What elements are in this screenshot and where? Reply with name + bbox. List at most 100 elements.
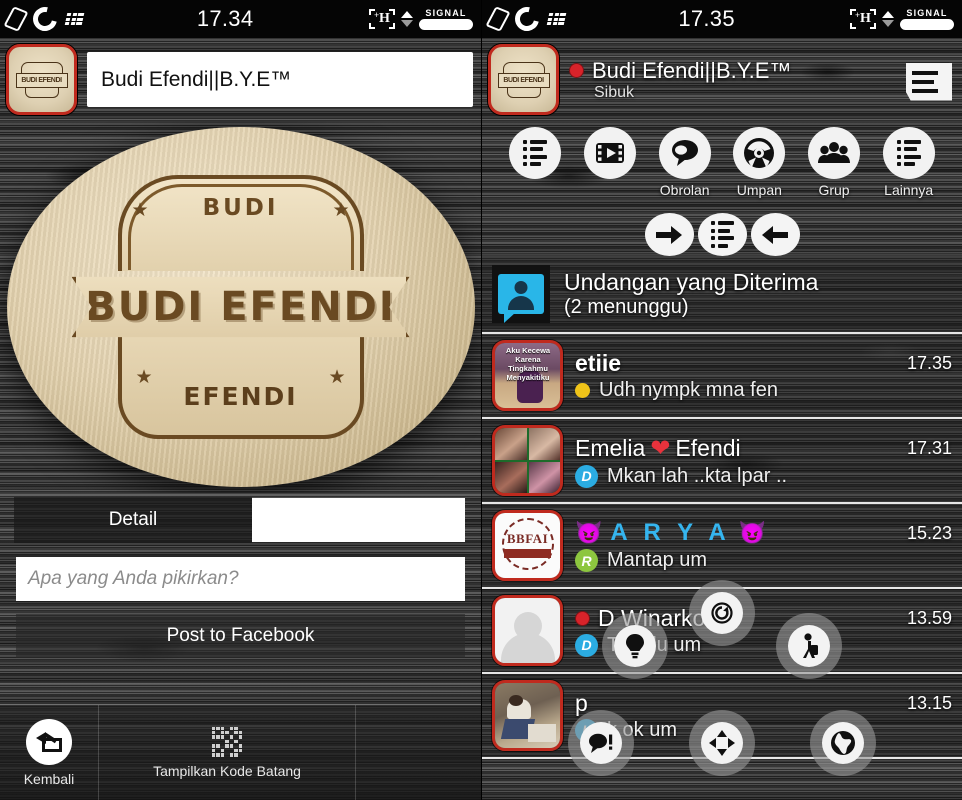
devil-emoji-icon: 😈 [575, 520, 603, 545]
blackberry-icon [546, 12, 567, 26]
toolbar-item-obrolan[interactable]: Obrolan [647, 127, 722, 198]
arrow-right-icon[interactable] [644, 213, 694, 256]
chat-name: etiie [575, 349, 622, 376]
move-arrows-icon[interactable] [689, 710, 755, 776]
crest-word-bottom: EFENDI [183, 382, 298, 411]
toolbar-icons: Obrolan Umpan Grup Lainnya [482, 119, 962, 219]
globe-icon[interactable] [810, 710, 876, 776]
accessibility-icon[interactable] [776, 613, 842, 679]
steering-wheel-icon-svg [744, 138, 775, 168]
toolbar-item-lainnya[interactable]: Lainnya [871, 127, 946, 198]
arrow-left-icon[interactable] [750, 213, 800, 256]
status-pill: D [575, 633, 598, 657]
unread-dot [575, 382, 590, 398]
left-footer-bar: Kembali Tampilkan Kode Batang [0, 704, 481, 800]
detail-button[interactable]: Detail [14, 497, 252, 543]
toolbar-label: Grup [818, 182, 850, 198]
avatar [492, 595, 563, 666]
group-icon-svg [818, 142, 851, 163]
group-icon [808, 127, 861, 179]
left-status-bar: 17.34 H + SIGNAL [0, 0, 481, 38]
star-icon: ★ [131, 200, 149, 221]
chat-time: 17.31 [906, 437, 952, 458]
dual-screenshot: 17.34 H + SIGNAL BUDI EFENDI Budi Efendi… [0, 0, 962, 800]
barcode-label: Tampilkan Kode Batang [153, 762, 301, 779]
chat-message: Udh nympk mna fen [599, 378, 778, 401]
chat-list: Aku Kecewa Karena Tingkahmu Menyakitiku … [482, 334, 962, 759]
invitations-row[interactable]: Undangan yang Diterima (2 menunggu) [482, 256, 962, 334]
profile-avatar-small[interactable]: BUDI EFENDI [488, 44, 559, 115]
right-profile-header: BUDI EFENDI Budi Efendi||B.Y.E™ Sibuk [482, 38, 962, 119]
toolbar-item-umpan[interactable]: Umpan [722, 127, 797, 198]
video-icon-svg [596, 143, 624, 163]
list-item[interactable]: Emelia ❤ Efendi 17.31 D Mkan lah ..kta l… [482, 419, 962, 504]
toolbar-item-grup[interactable]: Grup [797, 127, 872, 198]
profile-identity[interactable]: Budi Efendi||B.Y.E™ Sibuk [569, 58, 892, 102]
tilt-icon [485, 6, 511, 32]
left-phone-screen: 17.34 H + SIGNAL BUDI EFENDI Budi Efendi… [0, 0, 481, 800]
avatar [492, 425, 563, 496]
thoughts-input[interactable]: Apa yang Anda pikirkan? [16, 557, 465, 601]
heart-icon: ❤ [650, 434, 671, 462]
avatar: Aku Kecewa Karena Tingkahmu Menyakitiku [492, 340, 563, 411]
toolbar-item-list[interactable] [498, 127, 573, 182]
chat-message: Mantap um [607, 549, 708, 571]
data-transfer-icon [882, 11, 894, 27]
chat-name-suffix: Efendi [675, 434, 741, 461]
chat-bubble-icon [658, 127, 711, 179]
status-time: 17.34 [196, 6, 254, 31]
chat-time: 13.59 [906, 607, 952, 628]
chat-bubble-icon-svg [671, 140, 698, 166]
chat-time: 17.35 [906, 352, 952, 373]
toolbar-label: Umpan [736, 182, 782, 198]
profile-photo[interactable]: BUDI ★ ★ ★ ★ EFENDI BUDI EFENDI [0, 121, 481, 493]
ring-icon [510, 2, 544, 36]
invitation-icon [492, 265, 550, 323]
right-phone-screen: 17.35 H + SIGNAL BUDI EFENDI Budi Efendi… [481, 0, 962, 800]
detail-row: Detail [0, 497, 481, 543]
status-badge-busy [575, 610, 590, 626]
avatar-caption: Aku Kecewa Karena Tingkahmu Menyakitiku [505, 346, 551, 382]
avatar-badge-text: BUDI EFENDI [497, 72, 550, 88]
profile-display-name: Budi Efendi||B.Y.E™ [592, 57, 792, 83]
status-badge-busy [569, 63, 584, 78]
avatar [492, 680, 563, 751]
invitations-subtitle: (2 menunggu) [564, 296, 689, 318]
post-to-facebook-button[interactable]: Post to Facebook [16, 614, 465, 658]
blackberry-icon [64, 12, 85, 26]
video-icon [584, 127, 636, 179]
detail-value-field[interactable] [252, 498, 465, 542]
back-arrow-icon [26, 718, 72, 765]
data-transfer-icon [401, 11, 413, 27]
nav-row [482, 213, 962, 256]
chat-message: Mkan lah ..kta lpar .. [607, 464, 788, 487]
lightbulb-icon[interactable] [602, 613, 668, 679]
alert-bubble-icon[interactable] [568, 710, 634, 776]
profile-status-text: Sibuk [594, 83, 635, 101]
star-icon: ★ [328, 367, 346, 388]
toolbar-label: Lainnya [884, 182, 934, 198]
show-barcode-button[interactable]: Tampilkan Kode Batang [98, 704, 356, 800]
avatar-badge-text: BUDI EFENDI [15, 72, 68, 88]
refresh-circle-icon[interactable] [689, 580, 755, 646]
avatar-caption: BBFAI [506, 531, 549, 546]
chat-name: A R Y A [610, 519, 731, 546]
display-name-field[interactable]: Budi Efendi||B.Y.E™ [87, 52, 473, 107]
status-time: 17.35 [678, 6, 735, 31]
back-button[interactable]: Kembali [0, 718, 98, 787]
toolbar-label: Obrolan [659, 182, 710, 198]
profile-avatar-small[interactable]: BUDI EFENDI [6, 44, 77, 115]
chat-time: 15.23 [906, 522, 952, 543]
signal-indicator: SIGNAL [900, 8, 954, 30]
left-profile-header: BUDI EFENDI Budi Efendi||B.Y.E™ [0, 38, 481, 121]
list-icon[interactable] [697, 213, 747, 256]
list-item[interactable]: BBFAI 😈 A R Y A 😈 15.23 R Mantap um [482, 504, 962, 589]
menu-icon[interactable] [902, 57, 954, 103]
crest-word-top: BUDI [202, 195, 279, 221]
steering-wheel-icon [733, 127, 786, 179]
ring-icon [28, 2, 62, 36]
toolbar-item-video[interactable] [573, 127, 648, 182]
tilt-icon [3, 6, 29, 32]
more-list-icon [882, 127, 935, 179]
list-item[interactable]: Aku Kecewa Karena Tingkahmu Menyakitiku … [482, 334, 962, 419]
